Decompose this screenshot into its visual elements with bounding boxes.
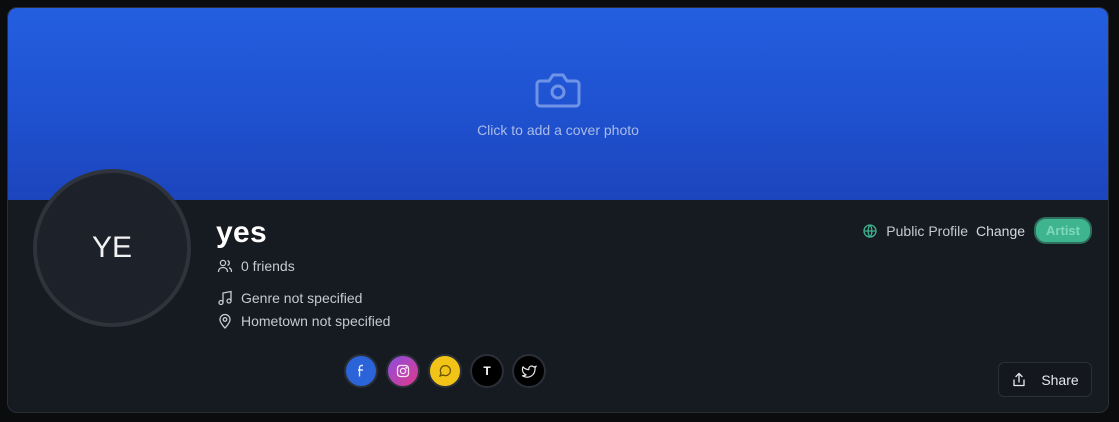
music-note-icon (218, 290, 232, 306)
facebook-icon (358, 364, 363, 377)
map-pin-icon (219, 313, 231, 329)
cover-photo-area[interactable]: Click to add a cover photo (8, 8, 1108, 200)
users-icon (217, 259, 233, 273)
share-button[interactable]: Share (998, 362, 1092, 397)
friends-label: 0 friends (241, 258, 295, 274)
facebook-link[interactable] (344, 354, 378, 388)
share-icon (1013, 372, 1025, 386)
tiktok-link[interactable]: T (470, 354, 504, 388)
instagram-icon (396, 364, 410, 378)
chat-link[interactable] (428, 354, 462, 388)
tiktok-icon: T (483, 364, 491, 378)
social-links: T (344, 354, 546, 388)
hometown-label: Hometown not specified (241, 313, 391, 329)
chat-bubble-icon (438, 364, 452, 378)
genre-row: Genre not specified (217, 290, 362, 306)
cover-photo-prompt: Click to add a cover photo (477, 122, 639, 138)
role-badge: Artist (1034, 217, 1092, 244)
visibility-label: Public Profile (886, 222, 968, 239)
camera-icon (535, 73, 581, 108)
twitter-link[interactable] (512, 354, 546, 388)
friends-count[interactable]: 0 friends (217, 258, 295, 274)
twitter-icon (521, 365, 537, 378)
hometown-row: Hometown not specified (217, 313, 390, 329)
avatar-initials: YE (91, 231, 133, 264)
globe-icon (863, 223, 877, 238)
profile-visibility: Public Profile Change Artist (862, 217, 1092, 244)
profile-name: yes (216, 216, 267, 249)
share-label: Share (1041, 371, 1079, 388)
change-visibility-link[interactable]: Change (976, 223, 1025, 239)
genre-label: Genre not specified (241, 290, 363, 306)
avatar[interactable]: YE (33, 169, 191, 327)
profile-card: Click to add a cover photo YE yes 0 frie… (7, 7, 1109, 413)
instagram-link[interactable] (386, 354, 420, 388)
